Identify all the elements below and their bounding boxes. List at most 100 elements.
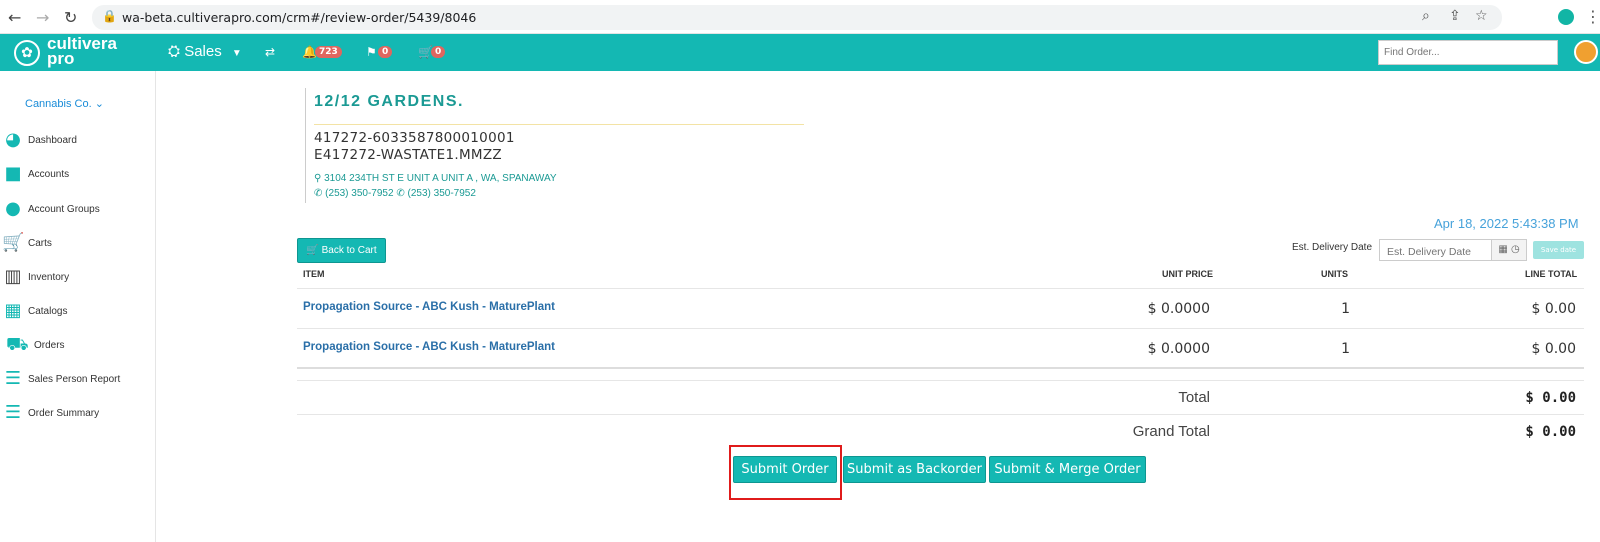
sidebar-item-label: Dashboard (28, 135, 77, 146)
save-date-button[interactable]: Save date (1533, 241, 1584, 259)
app-logo[interactable]: cultivera pro (47, 35, 117, 67)
grid-icon: ▦ (4, 300, 22, 321)
sidebar-item-label: Sales Person Report (28, 374, 121, 385)
address-bar[interactable]: 🔒 wa-beta.cultiverapro.com/crm#/review-o… (92, 5, 1502, 30)
browser-menu-icon[interactable]: ⋮ (1585, 7, 1600, 26)
state-license: E417272-WASTATE1.MMZZ (314, 147, 502, 163)
phone-icon: ✆ (314, 188, 323, 199)
divider (297, 380, 1584, 381)
submit-as-backorder-button[interactable]: Submit as Backorder (843, 456, 986, 483)
user-avatar[interactable] (1574, 40, 1598, 64)
back-to-cart-label: Back to Cart (321, 245, 377, 256)
highlight-box (729, 445, 842, 500)
grand-total-label: Grand Total (1132, 423, 1210, 440)
column-header-line-total: LINE TOTAL (1525, 269, 1578, 279)
notifications-badge: 723 (315, 46, 342, 58)
sales-label: Sales (184, 43, 222, 60)
table-row-unit-price: $ 0.0000 (1147, 301, 1210, 317)
column-header-units: UNITS (1321, 269, 1348, 279)
divider (314, 124, 804, 125)
swap-icon[interactable]: ⇄ (265, 45, 275, 59)
company-selector[interactable]: Cannabis Co. ⌄ (25, 97, 104, 110)
table-row-unit-price: $ 0.0000 (1147, 341, 1210, 357)
users-icon: ● (5, 198, 21, 219)
barcode-icon: ▥ (4, 266, 22, 287)
sidebar: Cannabis Co. ⌄ ◕ Dashboard ■ Accounts ● … (0, 71, 156, 542)
table-row-item-link[interactable]: Propagation Source - ABC Kush - MaturePl… (303, 341, 555, 353)
calendar-icon[interactable]: ▦ (1498, 244, 1507, 255)
map-marker-icon: ⚲ (314, 173, 322, 184)
sidebar-item-sales-person-report[interactable]: ☰ Sales Person Report (0, 367, 156, 393)
zoom-icon[interactable]: ⌕ (1422, 8, 1430, 24)
table-row-line-total: $ 0.00 (1531, 301, 1576, 317)
address-text: 3104 234TH ST E UNIT A UNIT A , WA, SPAN… (324, 173, 557, 184)
extension-icon[interactable] (1558, 9, 1574, 25)
company-name: Cannabis Co. (25, 98, 92, 110)
sidebar-item-label: Order Summary (28, 408, 100, 419)
list-icon: ☰ (4, 402, 22, 423)
sidebar-item-catalogs[interactable]: ▦ Catalogs (0, 299, 156, 325)
column-header-item: ITEM (303, 269, 325, 279)
sales-icon: ⛭ (168, 43, 181, 60)
flags-badge: 0 (378, 46, 393, 58)
account-address: ⚲ 3104 234TH ST E UNIT A UNIT A , WA, SP… (314, 173, 557, 184)
sidebar-item-orders[interactable]: ⛟ Orders (0, 333, 156, 359)
license-number: 417272-6033587800010001 (314, 130, 515, 146)
phone-1: (253) 350-7952 (325, 188, 394, 199)
account-phones: ✆ (253) 350-7952 ✆ (253) 350-7952 (314, 188, 476, 199)
phone-2: (253) 350-7952 (407, 188, 476, 199)
clock-icon[interactable]: ◷ (1511, 244, 1520, 255)
sidebar-item-label: Inventory (28, 272, 70, 283)
share-icon[interactable]: ⇪ (1449, 8, 1461, 24)
sidebar-item-label: Catalogs (28, 306, 68, 317)
pie-chart-icon: ◕ (5, 129, 21, 150)
sales-menu[interactable]: ⛭ Sales ▼ (168, 43, 242, 60)
submit-and-merge-order-button[interactable]: Submit & Merge Order (989, 456, 1146, 483)
back-to-cart-button[interactable]: 🛒 Back to Cart (297, 238, 386, 263)
sidebar-item-label: Carts (28, 238, 52, 249)
cart-icon: 🛒 (2, 232, 25, 253)
divider (297, 328, 1584, 329)
sidebar-item-label: Orders (34, 340, 65, 351)
chevron-down-icon: ▼ (231, 48, 242, 59)
sidebar-item-dashboard[interactable]: ◕ Dashboard (0, 128, 156, 154)
url-text: wa-beta.cultiverapro.com/crm#/review-ord… (122, 10, 477, 25)
app-topbar: ✿ cultivera pro ⛭ Sales ▼ ⇄ 🔔 723 ⚑ 0 🛒 … (0, 34, 1600, 71)
divider (297, 288, 1584, 289)
lock-icon: 🔒 (102, 9, 117, 23)
table-row-line-total: $ 0.00 (1531, 341, 1576, 357)
chevron-down-icon: ⌄ (94, 98, 104, 110)
table-row-item-link[interactable]: Propagation Source - ABC Kush - MaturePl… (303, 301, 555, 313)
order-timestamp: Apr 18, 2022 5:43:38 PM (1434, 216, 1579, 231)
bookmark-star-icon[interactable]: ☆ (1475, 8, 1488, 24)
table-row-units: 1 (1341, 341, 1350, 357)
briefcase-icon: ■ (4, 163, 22, 184)
forward-arrow-icon[interactable]: → (36, 8, 49, 27)
cart-badge: 0 (431, 46, 446, 58)
flag-icon[interactable]: ⚑ (366, 45, 377, 59)
sidebar-item-account-groups[interactable]: ● Account Groups (0, 197, 156, 223)
sidebar-item-label: Account Groups (28, 204, 100, 215)
sidebar-item-order-summary[interactable]: ☰ Order Summary (0, 401, 156, 427)
sidebar-item-inventory[interactable]: ▥ Inventory (0, 265, 156, 291)
table-row-units: 1 (1341, 301, 1350, 317)
date-picker-buttons[interactable]: ▦ ◷ (1492, 239, 1527, 261)
total-label: Total (1178, 389, 1210, 406)
phone-icon: ✆ (396, 188, 405, 199)
est-delivery-input[interactable] (1379, 239, 1492, 261)
column-header-unit-price: UNIT PRICE (1162, 269, 1214, 279)
cart-icon: 🛒 (306, 245, 319, 256)
divider (297, 367, 1584, 369)
reload-icon[interactable]: ↻ (64, 8, 77, 27)
sidebar-item-carts[interactable]: 🛒 Carts (0, 231, 156, 257)
sidebar-item-accounts[interactable]: ■ Accounts (0, 162, 156, 188)
find-order-input[interactable] (1378, 40, 1558, 65)
list-icon: ☰ (4, 368, 22, 389)
account-name: 12/12 GARDENS. (314, 93, 464, 110)
divider (297, 414, 1584, 415)
total-value: $ 0.00 (1525, 390, 1576, 406)
sidebar-item-label: Accounts (28, 169, 70, 180)
back-arrow-icon[interactable]: ← (8, 8, 21, 27)
cart-outline-icon: ⛟ (6, 334, 29, 355)
browser-chrome: ← → ↻ 🔒 wa-beta.cultiverapro.com/crm#/re… (0, 0, 1600, 34)
